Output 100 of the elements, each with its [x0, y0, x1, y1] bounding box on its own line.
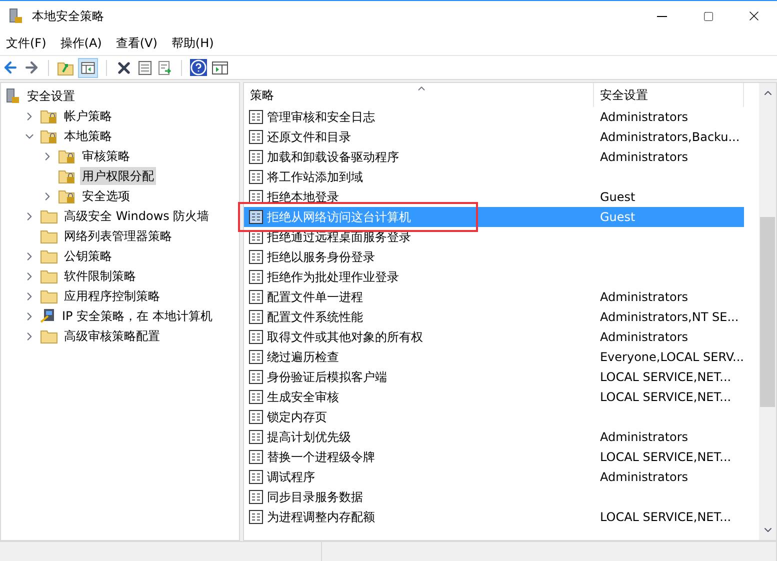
- policy-name: 为进程调整内存配额: [267, 509, 375, 526]
- column-header[interactable]: 策略: [244, 83, 594, 107]
- security-setting: Administrators: [599, 329, 688, 346]
- security-setting: Administrators: [599, 109, 688, 126]
- security-setting: Administrators,Backu...: [599, 129, 740, 146]
- folder-icon: [40, 228, 58, 244]
- server-lock-icon: [8, 8, 24, 24]
- policy-row[interactable]: 将工作站添加到域: [244, 167, 744, 187]
- export-list-icon[interactable]: [157, 60, 173, 76]
- menu-item[interactable]: 查看(V): [116, 34, 158, 52]
- policy-row[interactable]: 加载和卸载设备驱动程序 Administrators: [244, 147, 744, 167]
- policy-icon: [248, 129, 264, 145]
- tree-item[interactable]: 高级审核策略配置: [62, 327, 162, 345]
- policy-icon: [248, 429, 264, 445]
- folder-icon: [40, 288, 58, 304]
- show-action-pane-icon[interactable]: [211, 60, 229, 76]
- policy-row[interactable]: 配置文件系统性能 Administrators,NT SE...: [244, 307, 744, 327]
- locked-folder-icon: [40, 128, 58, 144]
- tree-item[interactable]: IP 安全策略，在 本地计算机: [60, 307, 214, 325]
- policy-row[interactable]: 绕过遍历检查 Everyone,LOCAL SERV...: [244, 347, 744, 367]
- policy-icon: [248, 189, 264, 205]
- maximize-icon: [702, 10, 714, 22]
- menu-item[interactable]: 文件(F): [6, 34, 46, 52]
- security-setting: Administrators: [599, 149, 688, 166]
- policy-row[interactable]: 还原文件和目录 Administrators,Backu...: [244, 127, 744, 147]
- up-folder-icon[interactable]: [57, 60, 74, 76]
- forward-icon[interactable]: [23, 59, 40, 76]
- policy-icon: [248, 169, 264, 185]
- policy-row[interactable]: 配置文件单一进程 Administrators: [244, 287, 744, 307]
- policy-name: 拒绝本地登录: [267, 189, 339, 206]
- tree-item[interactable]: 用户权限分配: [80, 167, 156, 185]
- policy-name: 配置文件系统性能: [267, 309, 363, 326]
- tree-item[interactable]: 公钥策略: [62, 247, 114, 265]
- folder-icon: [40, 328, 58, 344]
- policy-row[interactable]: 提高计划优先级 Administrators: [244, 427, 744, 447]
- tree-item[interactable]: 高级安全 Windows 防火墙: [62, 207, 212, 225]
- policy-icon: [248, 149, 264, 165]
- help-icon[interactable]: [190, 59, 207, 76]
- policy-name: 锁定内存页: [267, 409, 327, 426]
- column-header[interactable]: 安全设置: [594, 83, 744, 107]
- policy-icon: [248, 209, 264, 225]
- tree-item[interactable]: 安全设置: [25, 87, 77, 105]
- policy-row[interactable]: 拒绝作为批处理作业登录: [244, 267, 744, 287]
- security-setting: Guest: [599, 189, 636, 206]
- policy-icon: [248, 249, 264, 265]
- policy-name: 拒绝以服务身份登录: [267, 249, 375, 266]
- security-setting: Everyone,LOCAL SERV...: [598, 349, 744, 366]
- properties-icon[interactable]: [137, 60, 153, 76]
- scrollbar-thumb[interactable]: [760, 216, 775, 406]
- policy-name: 身份验证后模拟客户端: [267, 369, 387, 386]
- policy-name: 还原文件和目录: [267, 129, 351, 146]
- server-lock-icon: [5, 88, 21, 104]
- security-setting: Administrators: [599, 289, 688, 306]
- security-setting: LOCAL SERVICE,NET...: [599, 389, 732, 406]
- policy-icon: [248, 309, 264, 325]
- policy-row[interactable]: 生成安全审核 LOCAL SERVICE,NET...: [244, 387, 744, 407]
- security-setting: LOCAL SERVICE,NET...: [599, 449, 732, 466]
- policy-name: 管理审核和安全日志: [267, 109, 375, 126]
- folder-icon: [40, 208, 58, 224]
- policy-name: 绕过遍历检查: [267, 349, 339, 366]
- show-pane-icon[interactable]: [78, 58, 98, 78]
- tree-item[interactable]: 帐户策略: [62, 107, 114, 125]
- locked-folder-icon: [58, 168, 76, 184]
- policy-row[interactable]: 拒绝以服务身份登录: [244, 247, 744, 267]
- policy-row[interactable]: 取得文件或其他对象的所有权 Administrators: [244, 327, 744, 347]
- back-icon[interactable]: [2, 59, 19, 76]
- policy-icon: [248, 369, 264, 385]
- policy-name: 同步目录服务数据: [267, 489, 363, 506]
- policy-row[interactable]: 管理审核和安全日志 Administrators: [244, 107, 744, 127]
- security-setting: Administrators: [599, 469, 688, 486]
- tree-item[interactable]: 应用程序控制策略: [62, 287, 162, 305]
- folder-icon: [40, 268, 58, 284]
- policy-row[interactable]: 身份验证后模拟客户端 LOCAL SERVICE,NET...: [244, 367, 744, 387]
- policy-row[interactable]: 为进程调整内存配额 LOCAL SERVICE,NET...: [244, 507, 744, 527]
- policy-name: 拒绝从网络访问这台计算机: [267, 209, 411, 226]
- policy-row[interactable]: 替换一个进程级令牌 LOCAL SERVICE,NET...: [244, 447, 744, 467]
- security-setting: Administrators: [599, 429, 688, 446]
- tree-item[interactable]: 本地策略: [62, 127, 114, 145]
- policy-name: 调试程序: [267, 469, 315, 486]
- policy-name: 提高计划优先级: [267, 429, 351, 446]
- policy-row[interactable]: 锁定内存页: [244, 407, 744, 427]
- policy-icon: [248, 469, 264, 485]
- policy-row[interactable]: 拒绝本地登录 Guest: [244, 187, 744, 207]
- policy-icon: [248, 109, 264, 125]
- policy-row[interactable]: 同步目录服务数据: [244, 487, 744, 507]
- security-setting: LOCAL SERVICE,NET...: [599, 369, 732, 386]
- tree-item[interactable]: 软件限制策略: [62, 267, 138, 285]
- tree-item[interactable]: 安全选项: [80, 187, 132, 205]
- folder-icon: [40, 248, 58, 264]
- security-setting: Administrators,NT SE...: [599, 309, 739, 326]
- tree-item[interactable]: 网络列表管理器策略: [62, 227, 174, 245]
- menu-item[interactable]: 帮助(H): [171, 34, 214, 52]
- policy-row[interactable]: 调试程序 Administrators: [244, 467, 744, 487]
- tree-item[interactable]: 审核策略: [80, 147, 132, 165]
- locked-folder-icon: [58, 148, 76, 164]
- locked-folder-icon: [58, 188, 76, 204]
- window-title: 本地安全策略: [32, 8, 104, 25]
- vertical-scrollbar[interactable]: [759, 83, 776, 540]
- policy-icon: [248, 269, 264, 285]
- menu-item[interactable]: 操作(A): [60, 34, 102, 52]
